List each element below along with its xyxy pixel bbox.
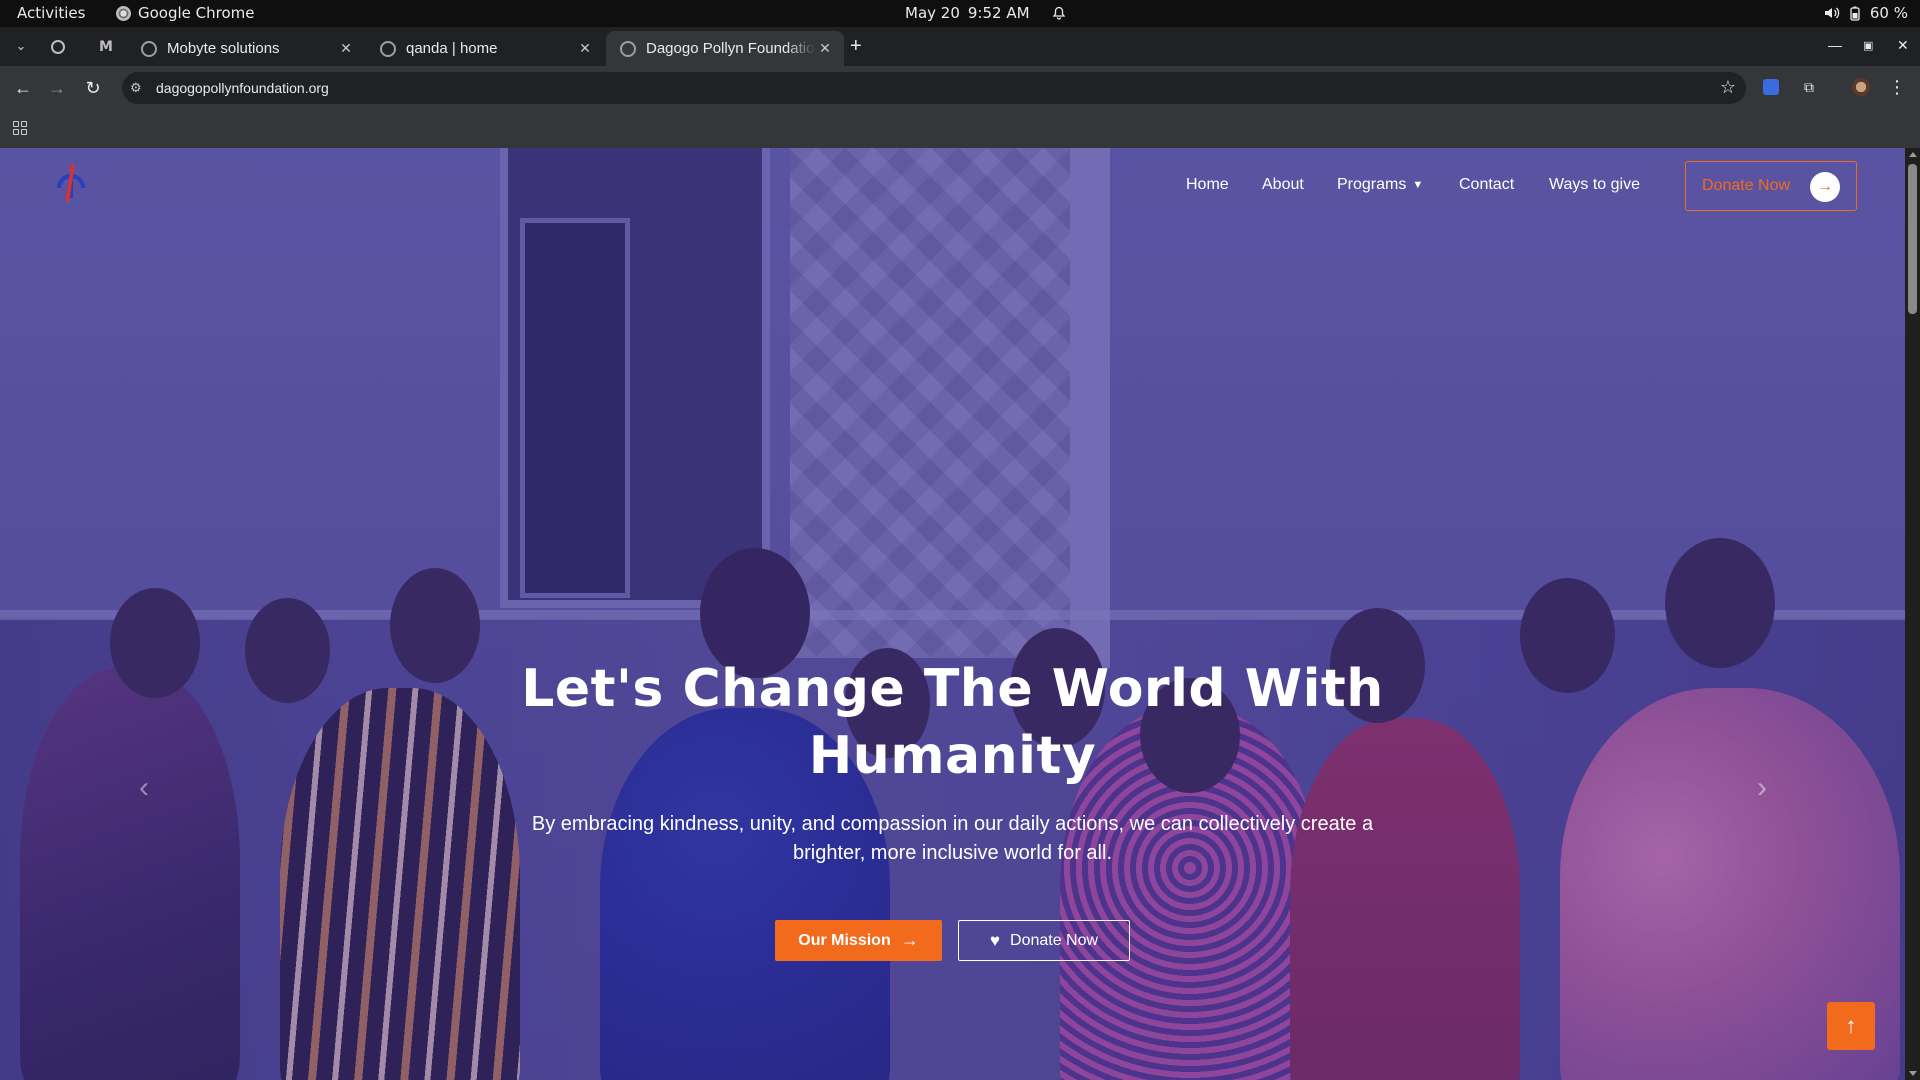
web-viewport: Home About Programs ▼ Contact Ways to giv… (0, 148, 1920, 1080)
profile-avatar[interactable] (1852, 78, 1870, 96)
page-scrollbar[interactable] (1905, 148, 1920, 1080)
clock[interactable]: May 20 9:52 AM (905, 4, 1066, 22)
window-close-icon[interactable]: ✕ (1897, 37, 1909, 54)
bookmarks-bar (0, 110, 1920, 148)
carousel-next-chevron-icon[interactable]: › (1742, 768, 1782, 808)
minimize-icon[interactable]: — (1828, 37, 1842, 53)
battery-percent: 60 % (1869, 4, 1908, 22)
system-status-area[interactable]: 60 % (1824, 4, 1908, 22)
volume-icon (1824, 7, 1840, 19)
tab-strip: ⌄ M Mobyte solutions ✕ qanda | home ✕ Da… (0, 27, 1920, 66)
hero-title: Let's Change The World With Humanity (521, 659, 1384, 786)
battery-icon (1850, 6, 1860, 21)
menu-kebab-icon[interactable]: ⋮ (1888, 77, 1906, 97)
nav-programs[interactable]: Programs ▼ (1337, 176, 1423, 194)
tab-dagogo-active[interactable]: Dagogo Pollyn Foundation ✕ (606, 31, 844, 66)
donate-now-label: Donate Now (1010, 931, 1099, 949)
hero-section: Home About Programs ▼ Contact Ways to giv… (0, 148, 1905, 1080)
system-top-bar: Activities Google Chrome May 20 9:52 AM … (0, 0, 1920, 27)
tab-title: Mobyte solutions (167, 40, 280, 57)
hero-color-overlay (0, 148, 1905, 1080)
app-name: Google Chrome (138, 4, 255, 22)
our-mission-button[interactable]: Our Mission → (775, 920, 942, 961)
back-arrow-icon[interactable]: ← (12, 77, 34, 99)
gmail-icon: M (99, 39, 113, 55)
clock-date: May 20 (905, 4, 960, 22)
scroll-to-top-button[interactable]: ↑ (1827, 1002, 1875, 1050)
nav-ways-to-give[interactable]: Ways to give (1549, 176, 1640, 194)
chevron-down-icon: ▼ (1412, 179, 1424, 191)
pinned-tab-gmail[interactable]: M (92, 35, 120, 59)
extensions-puzzle-icon[interactable]: ⧉ (1800, 78, 1818, 96)
donate-now-hero-button[interactable]: ♥ Donate Now (958, 920, 1130, 961)
tab-title: qanda | home (406, 40, 498, 57)
site-settings-icon[interactable]: ⚙ (130, 80, 142, 96)
nav-home[interactable]: Home (1186, 176, 1229, 194)
arrow-right-icon: → (1810, 172, 1840, 202)
nav-about[interactable]: About (1262, 176, 1304, 194)
globe-icon (141, 40, 157, 57)
url-text[interactable]: dagogopollynfoundation.org (156, 80, 329, 96)
foundation-logo[interactable] (45, 158, 97, 210)
tab-search-chevron-icon[interactable]: ⌄ (12, 37, 30, 55)
close-icon[interactable]: ✕ (576, 40, 594, 57)
our-mission-label: Our Mission (798, 931, 891, 949)
tab-mobyte[interactable]: Mobyte solutions ✕ (127, 31, 365, 66)
chrome-icon (116, 5, 131, 21)
globe-icon (620, 40, 636, 57)
arrow-up-icon: ↑ (1845, 1013, 1857, 1038)
scrollbar-thumb[interactable] (1908, 164, 1917, 314)
globe-icon (380, 40, 396, 57)
notification-bell-icon (1052, 6, 1065, 20)
pinned-tab-globe[interactable] (44, 35, 72, 59)
tab-title: Dagogo Pollyn Foundation (646, 40, 816, 57)
arrow-right-icon: → (900, 930, 919, 950)
reload-icon[interactable]: ↻ (82, 77, 104, 99)
scroll-down-arrow-icon[interactable] (1909, 1071, 1917, 1076)
carousel-prev-chevron-icon[interactable]: ‹ (124, 768, 164, 808)
clock-time: 9:52 AM (967, 4, 1030, 22)
extension-icon[interactable] (1762, 78, 1780, 96)
nav-contact[interactable]: Contact (1459, 176, 1514, 194)
close-icon[interactable]: ✕ (816, 40, 834, 57)
new-tab-button[interactable]: + (850, 36, 862, 56)
hero-subtitle: By embracing kindness, unity, and compas… (531, 813, 1374, 864)
tab-qanda[interactable]: qanda | home ✕ (366, 31, 604, 66)
maximize-icon[interactable]: ▣ (1863, 39, 1873, 52)
apps-grid-icon[interactable] (13, 121, 27, 135)
donate-now-label: Donate Now (1702, 177, 1791, 194)
activities-button[interactable]: Activities (17, 4, 85, 22)
heart-icon: ♥ (989, 930, 1001, 950)
extension-blue-icon (1763, 79, 1779, 95)
nav-programs-label: Programs (1337, 176, 1407, 193)
avatar-icon (1852, 78, 1870, 96)
address-bar[interactable]: ⚙ dagogopollynfoundation.org ☆ (122, 72, 1746, 104)
browser-toolbar: ← → ↻ ⚙ dagogopollynfoundation.org ☆ ⧉ ⋮ (0, 66, 1920, 110)
forward-arrow-icon[interactable]: → (46, 77, 68, 99)
bookmark-star-icon[interactable]: ☆ (1720, 77, 1736, 98)
scroll-up-arrow-icon[interactable] (1909, 152, 1917, 157)
donate-now-header-button[interactable]: Donate Now → (1685, 161, 1857, 211)
close-icon[interactable]: ✕ (337, 40, 355, 57)
app-menu[interactable]: Google Chrome (116, 4, 255, 22)
globe-icon (51, 40, 65, 54)
